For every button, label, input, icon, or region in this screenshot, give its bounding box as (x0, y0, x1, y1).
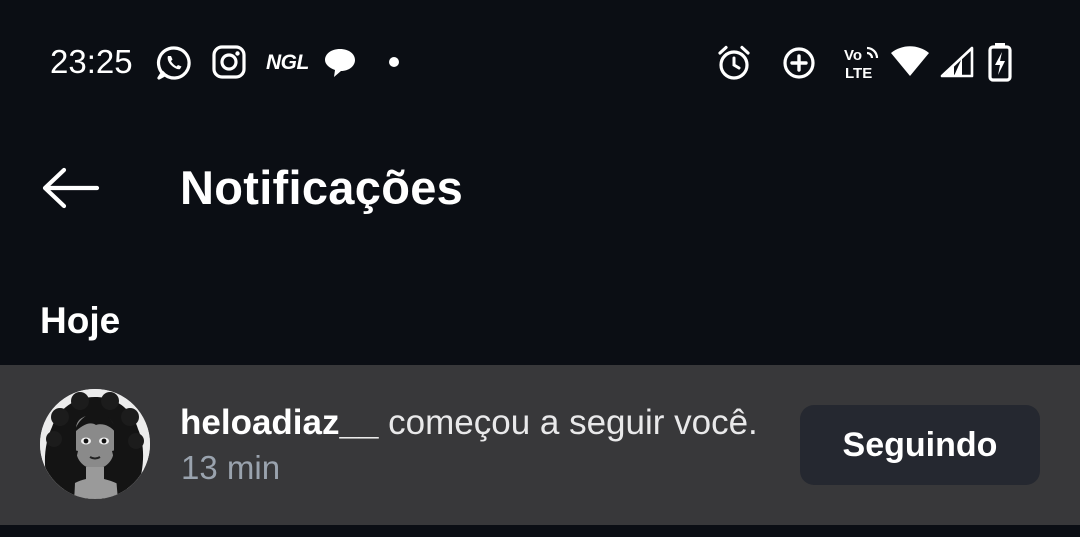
svg-text:LTE: LTE (845, 65, 872, 82)
notification-action: começou a seguir você. (378, 403, 758, 442)
arrow-left-icon (42, 167, 100, 209)
avatar[interactable] (40, 389, 150, 499)
message-bubble-icon (325, 49, 355, 77)
status-bar: 23:25 NGL Vo LTE (0, 0, 1080, 128)
battery-charging-icon (988, 43, 1012, 82)
signal-icon (940, 46, 974, 78)
notification-text: heloadiaz__ começou a seguir você. (180, 401, 758, 445)
notification-time: 13 min (181, 449, 281, 486)
page-title: Notificações (180, 161, 464, 214)
volte-icon: Vo LTE (844, 46, 879, 82)
whatsapp-icon (156, 46, 191, 80)
avatar-illustration (40, 389, 150, 499)
status-time: 23:25 (50, 43, 133, 80)
alarm-icon (718, 45, 750, 80)
instagram-icon (212, 45, 246, 79)
app-header: Notificações (0, 128, 1080, 248)
back-button[interactable] (30, 158, 110, 218)
notification-item[interactable]: heloadiaz__ começou a seguir você. 13 mi… (0, 365, 1080, 525)
notification-username[interactable]: heloadiaz__ (180, 403, 378, 442)
following-button[interactable]: Seguindo (800, 405, 1040, 485)
ngl-icon: NGL (266, 51, 309, 74)
dot-icon (389, 57, 399, 67)
wifi-icon (891, 46, 929, 76)
section-label-today: Hoje (40, 300, 121, 341)
svg-text:Vo: Vo (844, 47, 862, 64)
data-saver-icon (783, 47, 815, 79)
